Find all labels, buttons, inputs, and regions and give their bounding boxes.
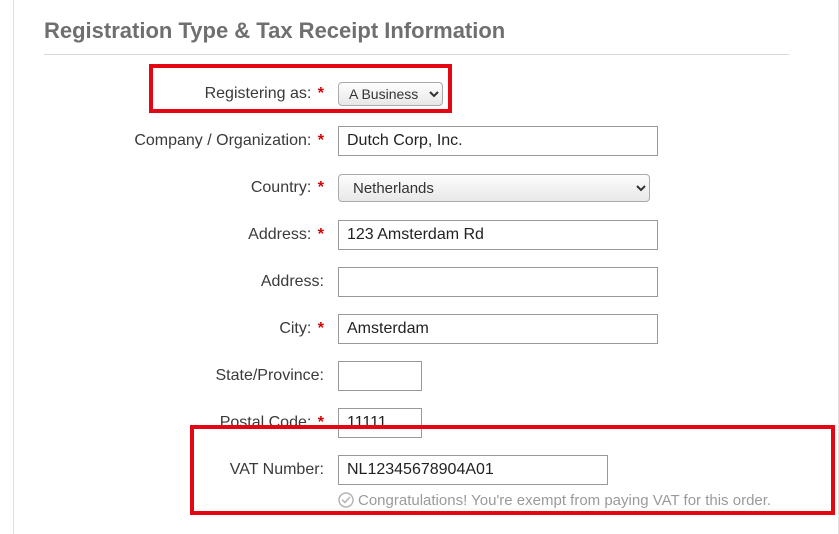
row-address1: Address: *: [44, 220, 795, 250]
vat-exempt-message: Congratulations! You're exempt from payi…: [338, 491, 838, 514]
label-text-vat: VAT Number:: [230, 461, 324, 478]
required-marker: *: [318, 414, 324, 431]
label-vat: VAT Number:: [44, 461, 326, 479]
row-company: Company / Organization: *: [44, 126, 795, 156]
label-text-company: Company / Organization:: [134, 132, 311, 149]
input-address1[interactable]: [338, 220, 658, 250]
input-vat[interactable]: [338, 455, 608, 485]
required-marker: *: [318, 320, 324, 337]
select-registering-as[interactable]: A Business: [338, 82, 443, 106]
required-marker: *: [318, 179, 324, 196]
label-text-registering-as: Registering as:: [205, 85, 312, 102]
required-marker: *: [318, 85, 324, 102]
label-address1: Address: *: [44, 226, 326, 244]
label-address2: Address:: [44, 273, 326, 291]
label-text-country: Country:: [251, 179, 311, 196]
input-company[interactable]: [338, 126, 658, 156]
label-text-city: City:: [279, 320, 311, 337]
input-state[interactable]: [338, 361, 422, 391]
label-text-address2: Address:: [261, 273, 324, 290]
section-title: Registration Type & Tax Receipt Informat…: [44, 18, 795, 44]
check-circle-icon: [338, 492, 354, 514]
input-postal[interactable]: [338, 408, 422, 438]
label-postal: Postal Code: *: [44, 414, 326, 432]
vat-exempt-text: Congratulations! You're exempt from payi…: [358, 491, 771, 511]
row-postal: Postal Code: *: [44, 408, 795, 438]
label-country: Country: *: [44, 179, 326, 197]
label-text-address1: Address:: [248, 226, 311, 243]
row-address2: Address:: [44, 267, 795, 297]
label-registering-as: Registering as: *: [44, 85, 326, 103]
input-address2[interactable]: [338, 267, 658, 297]
row-state: State/Province:: [44, 361, 795, 391]
label-text-state: State/Province:: [216, 367, 325, 384]
row-city: City: *: [44, 314, 795, 344]
required-marker: *: [318, 226, 324, 243]
page-border-left: [13, 0, 14, 534]
input-city[interactable]: [338, 314, 658, 344]
label-state: State/Province:: [44, 367, 326, 385]
select-country[interactable]: Netherlands: [338, 174, 650, 202]
label-company: Company / Organization: *: [44, 132, 326, 150]
label-text-postal: Postal Code:: [220, 414, 312, 431]
label-city: City: *: [44, 320, 326, 338]
required-marker: *: [318, 132, 324, 149]
section-divider: [44, 54, 789, 55]
row-country: Country: * Netherlands: [44, 173, 795, 203]
row-registering-as: Registering as: * A Business: [44, 79, 795, 109]
row-vat: VAT Number:: [44, 455, 795, 485]
